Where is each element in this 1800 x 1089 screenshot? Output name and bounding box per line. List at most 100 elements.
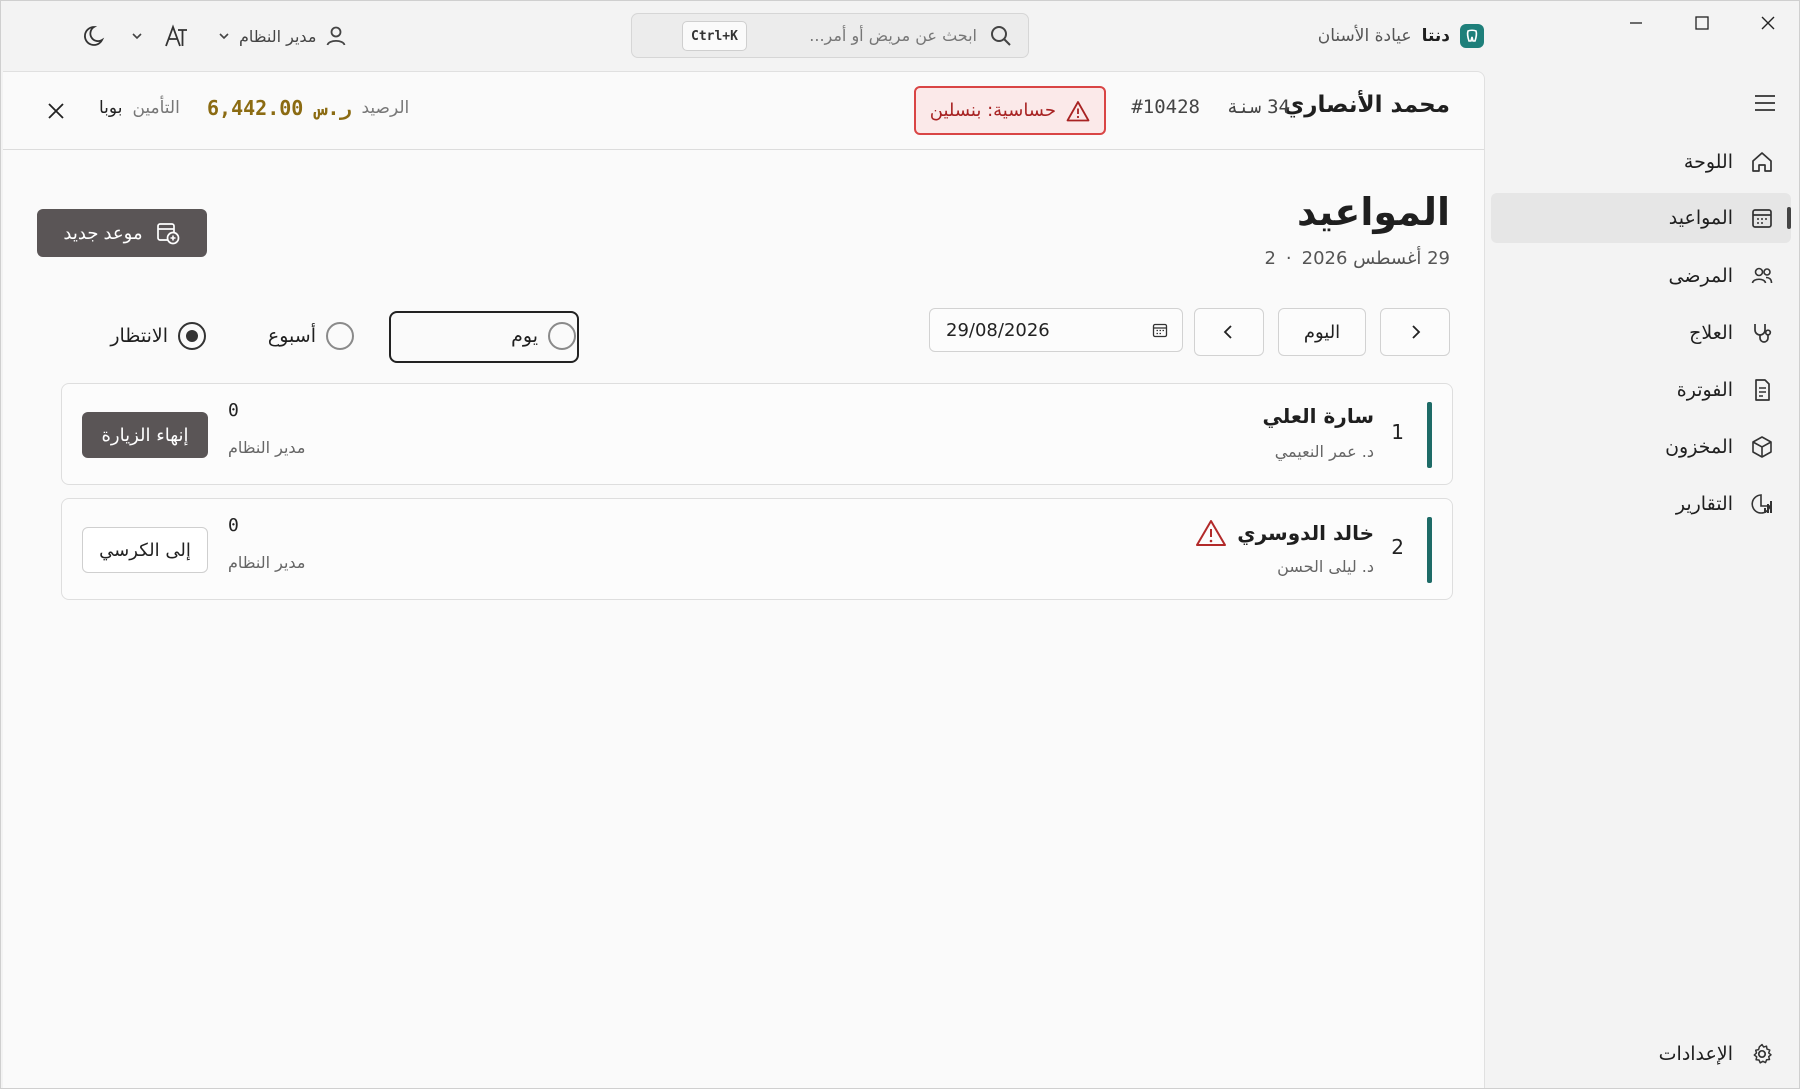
theme-toggle-button[interactable]	[79, 19, 113, 53]
balance-label: الرصيد	[361, 98, 410, 118]
search-icon	[991, 25, 1011, 46]
sidebar-item-inventory[interactable]: المخزون	[1491, 422, 1791, 472]
sidebar-item-label: التقارير	[1675, 493, 1733, 515]
appointment-count-value: 0	[228, 515, 239, 536]
chevron-down-icon	[132, 33, 142, 40]
home-icon	[1749, 149, 1775, 175]
page-date: 29 أغسطس 2026	[1301, 248, 1450, 269]
sidebar-item-treatment[interactable]: العلاج	[1491, 308, 1791, 358]
insurance-label: التأمين	[132, 98, 180, 118]
appointment-doctor: د. ليلى الحسن	[1277, 557, 1374, 576]
new-appointment-label: موعد جديد	[63, 222, 143, 243]
warning-icon	[1066, 100, 1090, 121]
page-title: المواعيد	[1296, 190, 1450, 234]
view-mode-label: الانتظار	[110, 325, 168, 347]
chevron-left-icon	[1223, 325, 1232, 339]
patient-insurance: التأمين بوبا	[99, 98, 180, 118]
chevron-down-icon	[219, 33, 229, 40]
title-bar: دنتا عيادة الأسنان ابحث عن مريض أو أمر..…	[1, 1, 1799, 71]
appointment-count-value: 0	[228, 400, 239, 421]
sidebar-item-dashboard[interactable]: اللوحة	[1491, 137, 1791, 187]
sidebar-item-reports[interactable]: التقارير	[1491, 479, 1791, 529]
today-button[interactable]: اليوم	[1278, 308, 1366, 356]
page-subtitle: 29 أغسطس 2026 · 2	[1264, 248, 1450, 269]
balance-value: 6,442.00 ر.س	[207, 96, 352, 120]
to-chair-button[interactable]: إلى الكرسي	[82, 527, 208, 573]
allergy-badge: حساسية: بنسلين	[913, 86, 1106, 135]
menu-toggle-button[interactable]	[1751, 89, 1779, 117]
sidebar-item-label: الإعدادات	[1658, 1043, 1733, 1065]
patient-context-bar: محمد الأنصاري 34 سنة #10428 حساسية: بنسل…	[3, 72, 1484, 150]
radio-button	[548, 322, 576, 350]
sidebar-item-settings[interactable]: الإعدادات	[1491, 1029, 1791, 1079]
queue-number: 1	[1391, 420, 1404, 444]
shortcut-badge: Ctrl+K	[682, 21, 747, 51]
appointment-patient: سارة العلي	[1262, 404, 1374, 428]
view-mode-week[interactable]: أسبوع	[268, 310, 354, 362]
status-bar	[1427, 402, 1432, 468]
reports-icon	[1749, 491, 1775, 517]
patient-name-text: خالد الدوسري	[1237, 521, 1374, 545]
radio-button	[326, 322, 354, 350]
age-unit: سنة	[1226, 96, 1262, 118]
user-name: مدير النظام	[239, 26, 317, 46]
font-size-dropdown[interactable]	[127, 19, 147, 53]
radio-button	[178, 322, 206, 350]
sidebar: اللوحة المواعيد المرضى العلاج الفوترة ال…	[1485, 71, 1799, 1088]
appointment-created-by: مدير النظام	[228, 438, 306, 457]
window-close-button[interactable]	[1735, 1, 1799, 45]
appointment-count: 2	[1264, 248, 1276, 269]
moon-icon	[84, 26, 105, 46]
users-icon	[1749, 263, 1775, 289]
chevron-right-icon	[1412, 325, 1421, 339]
stethoscope-icon	[1749, 320, 1775, 346]
insurance-value: بوبا	[99, 98, 123, 118]
font-size-button[interactable]	[159, 19, 193, 53]
sidebar-item-label: العلاج	[1689, 322, 1733, 344]
app-brand: دنتا عيادة الأسنان	[1318, 21, 1484, 51]
age-value: 34	[1267, 96, 1290, 118]
subtitle-separator: ·	[1285, 248, 1292, 269]
sidebar-item-label: الفوترة	[1676, 379, 1733, 401]
patient-age: 34 سنة	[1227, 96, 1290, 118]
patient-name-text: سارة العلي	[1262, 404, 1374, 428]
patient-id: #10428	[1131, 96, 1200, 118]
view-mode-day[interactable]: يوم	[511, 310, 576, 362]
text-size-icon	[165, 24, 187, 47]
queue-number: 2	[1391, 535, 1404, 559]
allergy-text: حساسية: بنسلين	[929, 100, 1056, 121]
patient-name: محمد الأنصاري	[1283, 92, 1450, 118]
next-day-button[interactable]	[1194, 308, 1264, 356]
hamburger-icon	[1755, 95, 1775, 111]
view-mode-waiting[interactable]: الانتظار	[110, 310, 206, 362]
end-visit-button[interactable]: إنهاء الزيارة	[82, 412, 208, 458]
gear-icon	[1749, 1041, 1775, 1067]
calendar-icon	[1152, 323, 1168, 338]
sidebar-item-patients[interactable]: المرضى	[1491, 251, 1791, 301]
sidebar-item-label: المخزون	[1665, 436, 1733, 458]
sidebar-item-billing[interactable]: الفوترة	[1491, 365, 1791, 415]
close-icon	[48, 103, 64, 119]
minimize-icon	[1630, 22, 1642, 24]
calendar-icon	[1749, 205, 1775, 231]
window-maximize-button[interactable]	[1669, 1, 1735, 45]
user-menu[interactable]: مدير النظام	[217, 19, 348, 53]
appointment-doctor: د. عمر النعيمي	[1274, 442, 1374, 461]
user-icon	[327, 26, 346, 46]
sidebar-item-appointments[interactable]: المواعيد	[1491, 193, 1791, 243]
appointment-patient: خالد الدوسري	[1195, 519, 1374, 547]
sidebar-item-label: المواعيد	[1668, 207, 1733, 229]
patient-balance: الرصيد 6,442.00 ر.س	[207, 96, 409, 120]
appointment-row[interactable]: 1 سارة العلي د. عمر النعيمي 0 مدير النظا…	[61, 383, 1453, 485]
date-picker[interactable]: 29/08/2026	[929, 308, 1183, 352]
view-mode-label: أسبوع	[267, 325, 316, 347]
new-appointment-button[interactable]: موعد جديد	[37, 209, 207, 257]
appointment-row[interactable]: 2 خالد الدوسري د. ليلى الحسن 0 مدير النظ…	[61, 498, 1453, 600]
invoice-icon	[1749, 377, 1775, 403]
sidebar-item-label: اللوحة	[1683, 151, 1733, 173]
previous-day-button[interactable]	[1380, 308, 1450, 356]
global-search[interactable]: ابحث عن مريض أو أمر... Ctrl+K	[631, 13, 1029, 58]
close-patient-button[interactable]	[41, 96, 71, 126]
sidebar-item-label: المرضى	[1668, 265, 1733, 287]
window-minimize-button[interactable]	[1603, 1, 1669, 45]
